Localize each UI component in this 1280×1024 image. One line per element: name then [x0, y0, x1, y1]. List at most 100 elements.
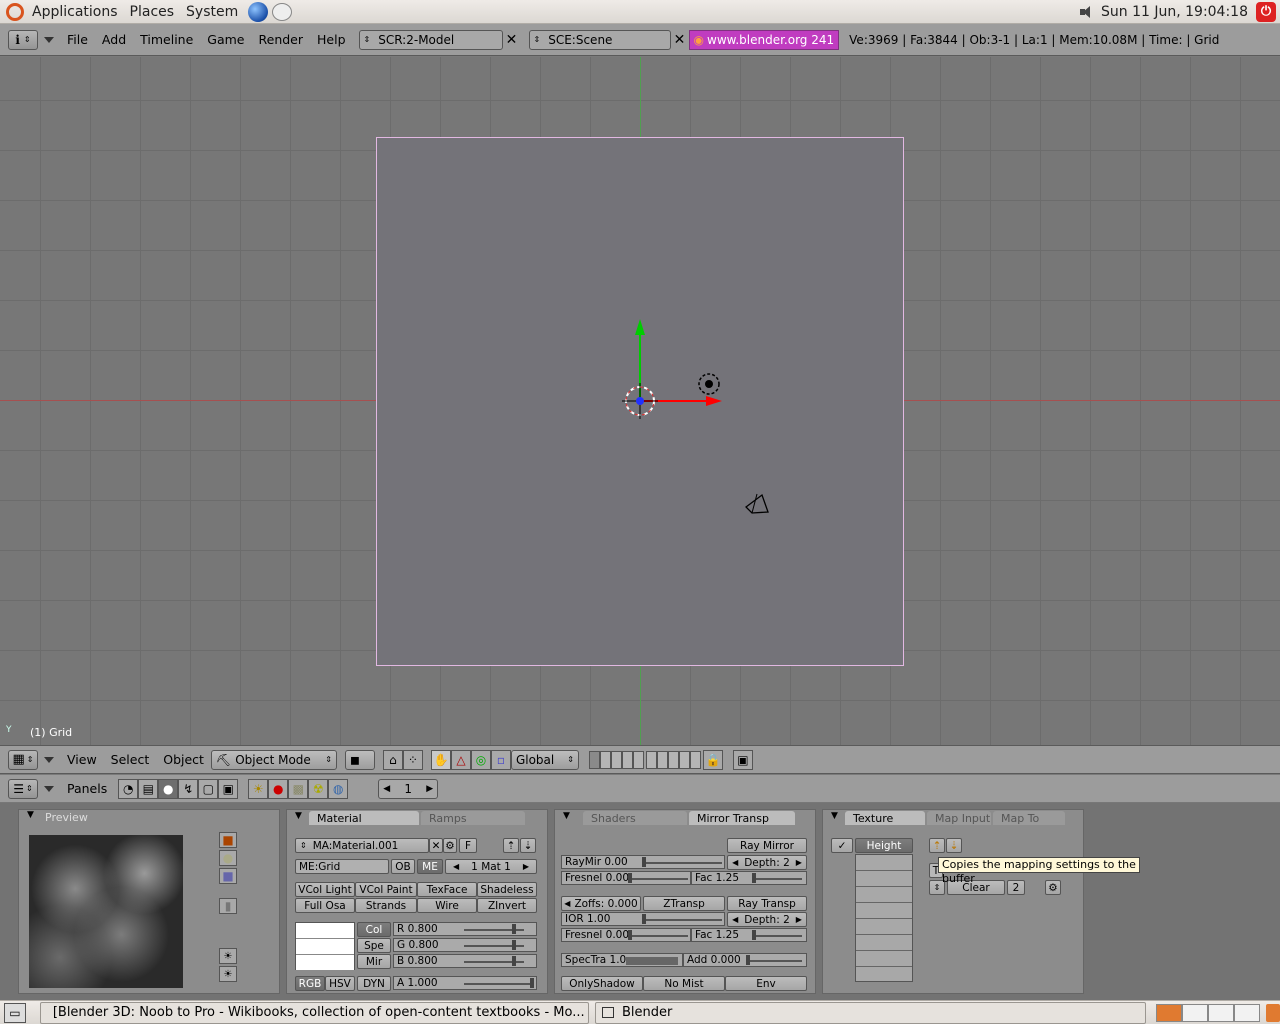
frame-counter[interactable]: ◀ 1 ▶	[378, 778, 439, 799]
texture-channel-height[interactable]: Height	[855, 838, 913, 853]
paste-material-button[interactable]: ⇣	[520, 838, 536, 853]
mir-button[interactable]: Mir	[357, 954, 391, 969]
delete-screen-button[interactable]: ✕	[503, 30, 521, 50]
taskbar-firefox-window[interactable]: [Blender 3D: Noob to Pro - Wikibooks, co…	[39, 1001, 589, 1024]
add-menu[interactable]: Add	[95, 32, 133, 47]
paste-mapping-button[interactable]: ⇣	[946, 838, 962, 853]
tab-ramps[interactable]: Ramps	[421, 811, 525, 825]
manipulator-x-head[interactable]	[706, 396, 722, 406]
mail-launcher-icon[interactable]	[272, 2, 293, 21]
workspace-3[interactable]	[1208, 1003, 1235, 1022]
layer-button[interactable]	[678, 750, 690, 769]
no-mist-toggle[interactable]: No Mist	[643, 976, 725, 991]
onlyshadow-toggle[interactable]: OnlyShadow	[561, 976, 643, 991]
full-osa-toggle[interactable]: Full Osa	[295, 898, 355, 913]
layer-button[interactable]	[645, 750, 657, 769]
material-index-field[interactable]: ◀ 1 Mat 1 ▶	[445, 859, 537, 874]
env-toggle[interactable]: Env	[725, 976, 807, 991]
slider-knob[interactable]	[642, 914, 646, 924]
mode-selector[interactable]: ⛏ Object Mode ⇕	[210, 749, 337, 770]
blender-url-badge[interactable]: ◉ www.blender.org 241	[688, 29, 840, 50]
rgb-button[interactable]: RGB	[295, 976, 325, 991]
lock-icon[interactable]: 🔒	[702, 749, 723, 770]
tab-shaders[interactable]: Shaders	[583, 811, 687, 825]
trash-icon[interactable]	[1266, 1003, 1280, 1022]
preview-plane-icon[interactable]: ■	[219, 832, 237, 848]
places-menu[interactable]: Places	[124, 0, 181, 24]
game-menu[interactable]: Game	[200, 32, 251, 47]
show-desktop-icon[interactable]: ▭	[4, 1002, 26, 1023]
hsv-button[interactable]: HSV	[325, 976, 355, 991]
spectra-slider[interactable]: SpecTra 1.0	[561, 953, 683, 967]
layer-button[interactable]	[588, 750, 600, 769]
decrement-arrow-icon[interactable]: ◀	[383, 784, 390, 794]
transp-fresnel-slider[interactable]: Fresnel 0.00	[561, 928, 691, 942]
collapse-menu-icon[interactable]	[44, 785, 54, 792]
unlink-material-button[interactable]: ✕	[429, 838, 443, 853]
scene-selector[interactable]: ⇕ SCE:Scene	[528, 29, 671, 50]
tab-mirror-transp[interactable]: Mirror Transp	[689, 811, 795, 825]
system-menu[interactable]: System	[180, 0, 244, 24]
object-context-icon[interactable]: ↯	[178, 778, 199, 799]
collapse-triangle-icon[interactable]: ▼	[27, 810, 34, 820]
strands-toggle[interactable]: Strands	[355, 898, 417, 913]
select-menu[interactable]: Select	[104, 752, 157, 767]
panels-menu[interactable]: Panels	[60, 781, 114, 796]
slider-knob[interactable]	[746, 955, 750, 965]
ray-mirror-toggle[interactable]: Ray Mirror	[727, 838, 807, 853]
lamp-buttons-icon[interactable]: ☀	[248, 778, 269, 799]
volume-icon[interactable]	[1079, 5, 1095, 19]
preview-light-2-icon[interactable]: ☀	[219, 966, 237, 982]
slider-knob[interactable]	[512, 956, 516, 966]
web-browser-icon[interactable]	[248, 1, 269, 22]
orientation-selector[interactable]: Global ⇕	[510, 749, 579, 770]
channel-enable-checkbox[interactable]: ✓	[831, 838, 853, 853]
material-name-field[interactable]: ⇕ MA:Material.001	[295, 838, 429, 853]
taskbar-blender-window[interactable]: Blender	[594, 1001, 1147, 1024]
mirror-fresnel-slider[interactable]: Fresnel 0.00	[561, 871, 691, 885]
preview-cube-icon[interactable]: ■	[219, 868, 237, 884]
wire-toggle[interactable]: Wire	[417, 898, 477, 913]
view-menu[interactable]: View	[60, 752, 104, 767]
layer-button[interactable]	[621, 750, 633, 769]
zoffs-field[interactable]: ◀ Zoffs: 0.000	[561, 896, 641, 911]
draw-type-selector[interactable]: ◼	[344, 749, 375, 770]
ztransp-toggle[interactable]: ZTransp	[643, 896, 725, 911]
object-origin-icon[interactable]	[636, 397, 644, 405]
tab-material[interactable]: Material	[309, 811, 419, 825]
workspace-1[interactable]	[1156, 1003, 1183, 1022]
shading-context-icon[interactable]: ●	[158, 778, 179, 799]
slider-knob[interactable]	[628, 873, 632, 883]
layer-button[interactable]	[632, 750, 644, 769]
layer-button[interactable]	[599, 750, 611, 769]
preview-light-icon[interactable]: ☀	[219, 948, 237, 964]
layer-button[interactable]	[667, 750, 679, 769]
transp-fac-slider[interactable]: Fac 1.25	[691, 928, 807, 942]
collapse-triangle-icon[interactable]: ▼	[295, 811, 302, 821]
timeline-menu[interactable]: Timeline	[133, 32, 200, 47]
translate-icon[interactable]: △	[450, 749, 471, 770]
radiosity-buttons-icon[interactable]: ☢	[308, 778, 329, 799]
ob-link-button[interactable]: OB	[391, 859, 415, 874]
zinvert-toggle[interactable]: ZInvert	[477, 898, 537, 913]
g-slider[interactable]: G 0.800	[393, 938, 537, 952]
slider-knob[interactable]	[752, 873, 756, 883]
editing-context-icon[interactable]: ▢	[198, 778, 219, 799]
power-icon[interactable]: ⏻	[1256, 1, 1276, 22]
slider-knob[interactable]	[512, 924, 516, 934]
delete-scene-button[interactable]: ✕	[671, 30, 689, 50]
preview-sphere-icon[interactable]: ●	[219, 850, 237, 866]
lamp-object-icon[interactable]	[705, 380, 713, 388]
manipulator-y-head[interactable]	[635, 319, 645, 335]
manipulator-hand-icon[interactable]: ✋	[430, 749, 451, 770]
window-type-button[interactable]: ☰ ⇕	[8, 778, 38, 799]
slider-knob[interactable]	[642, 857, 646, 867]
collapse-menu-icon[interactable]	[44, 36, 54, 43]
applications-menu[interactable]: Applications	[26, 0, 124, 24]
mirror-depth-field[interactable]: ◀ Depth: 2 ▶	[727, 855, 807, 870]
scene-context-icon[interactable]: ▣	[218, 778, 239, 799]
alpha-slider[interactable]: A 1.000	[393, 976, 537, 990]
auto-name-icon[interactable]: ⚙	[443, 838, 457, 853]
increment-arrow-icon[interactable]: ▶	[426, 784, 433, 794]
collapse-triangle-icon[interactable]: ▼	[831, 811, 838, 821]
